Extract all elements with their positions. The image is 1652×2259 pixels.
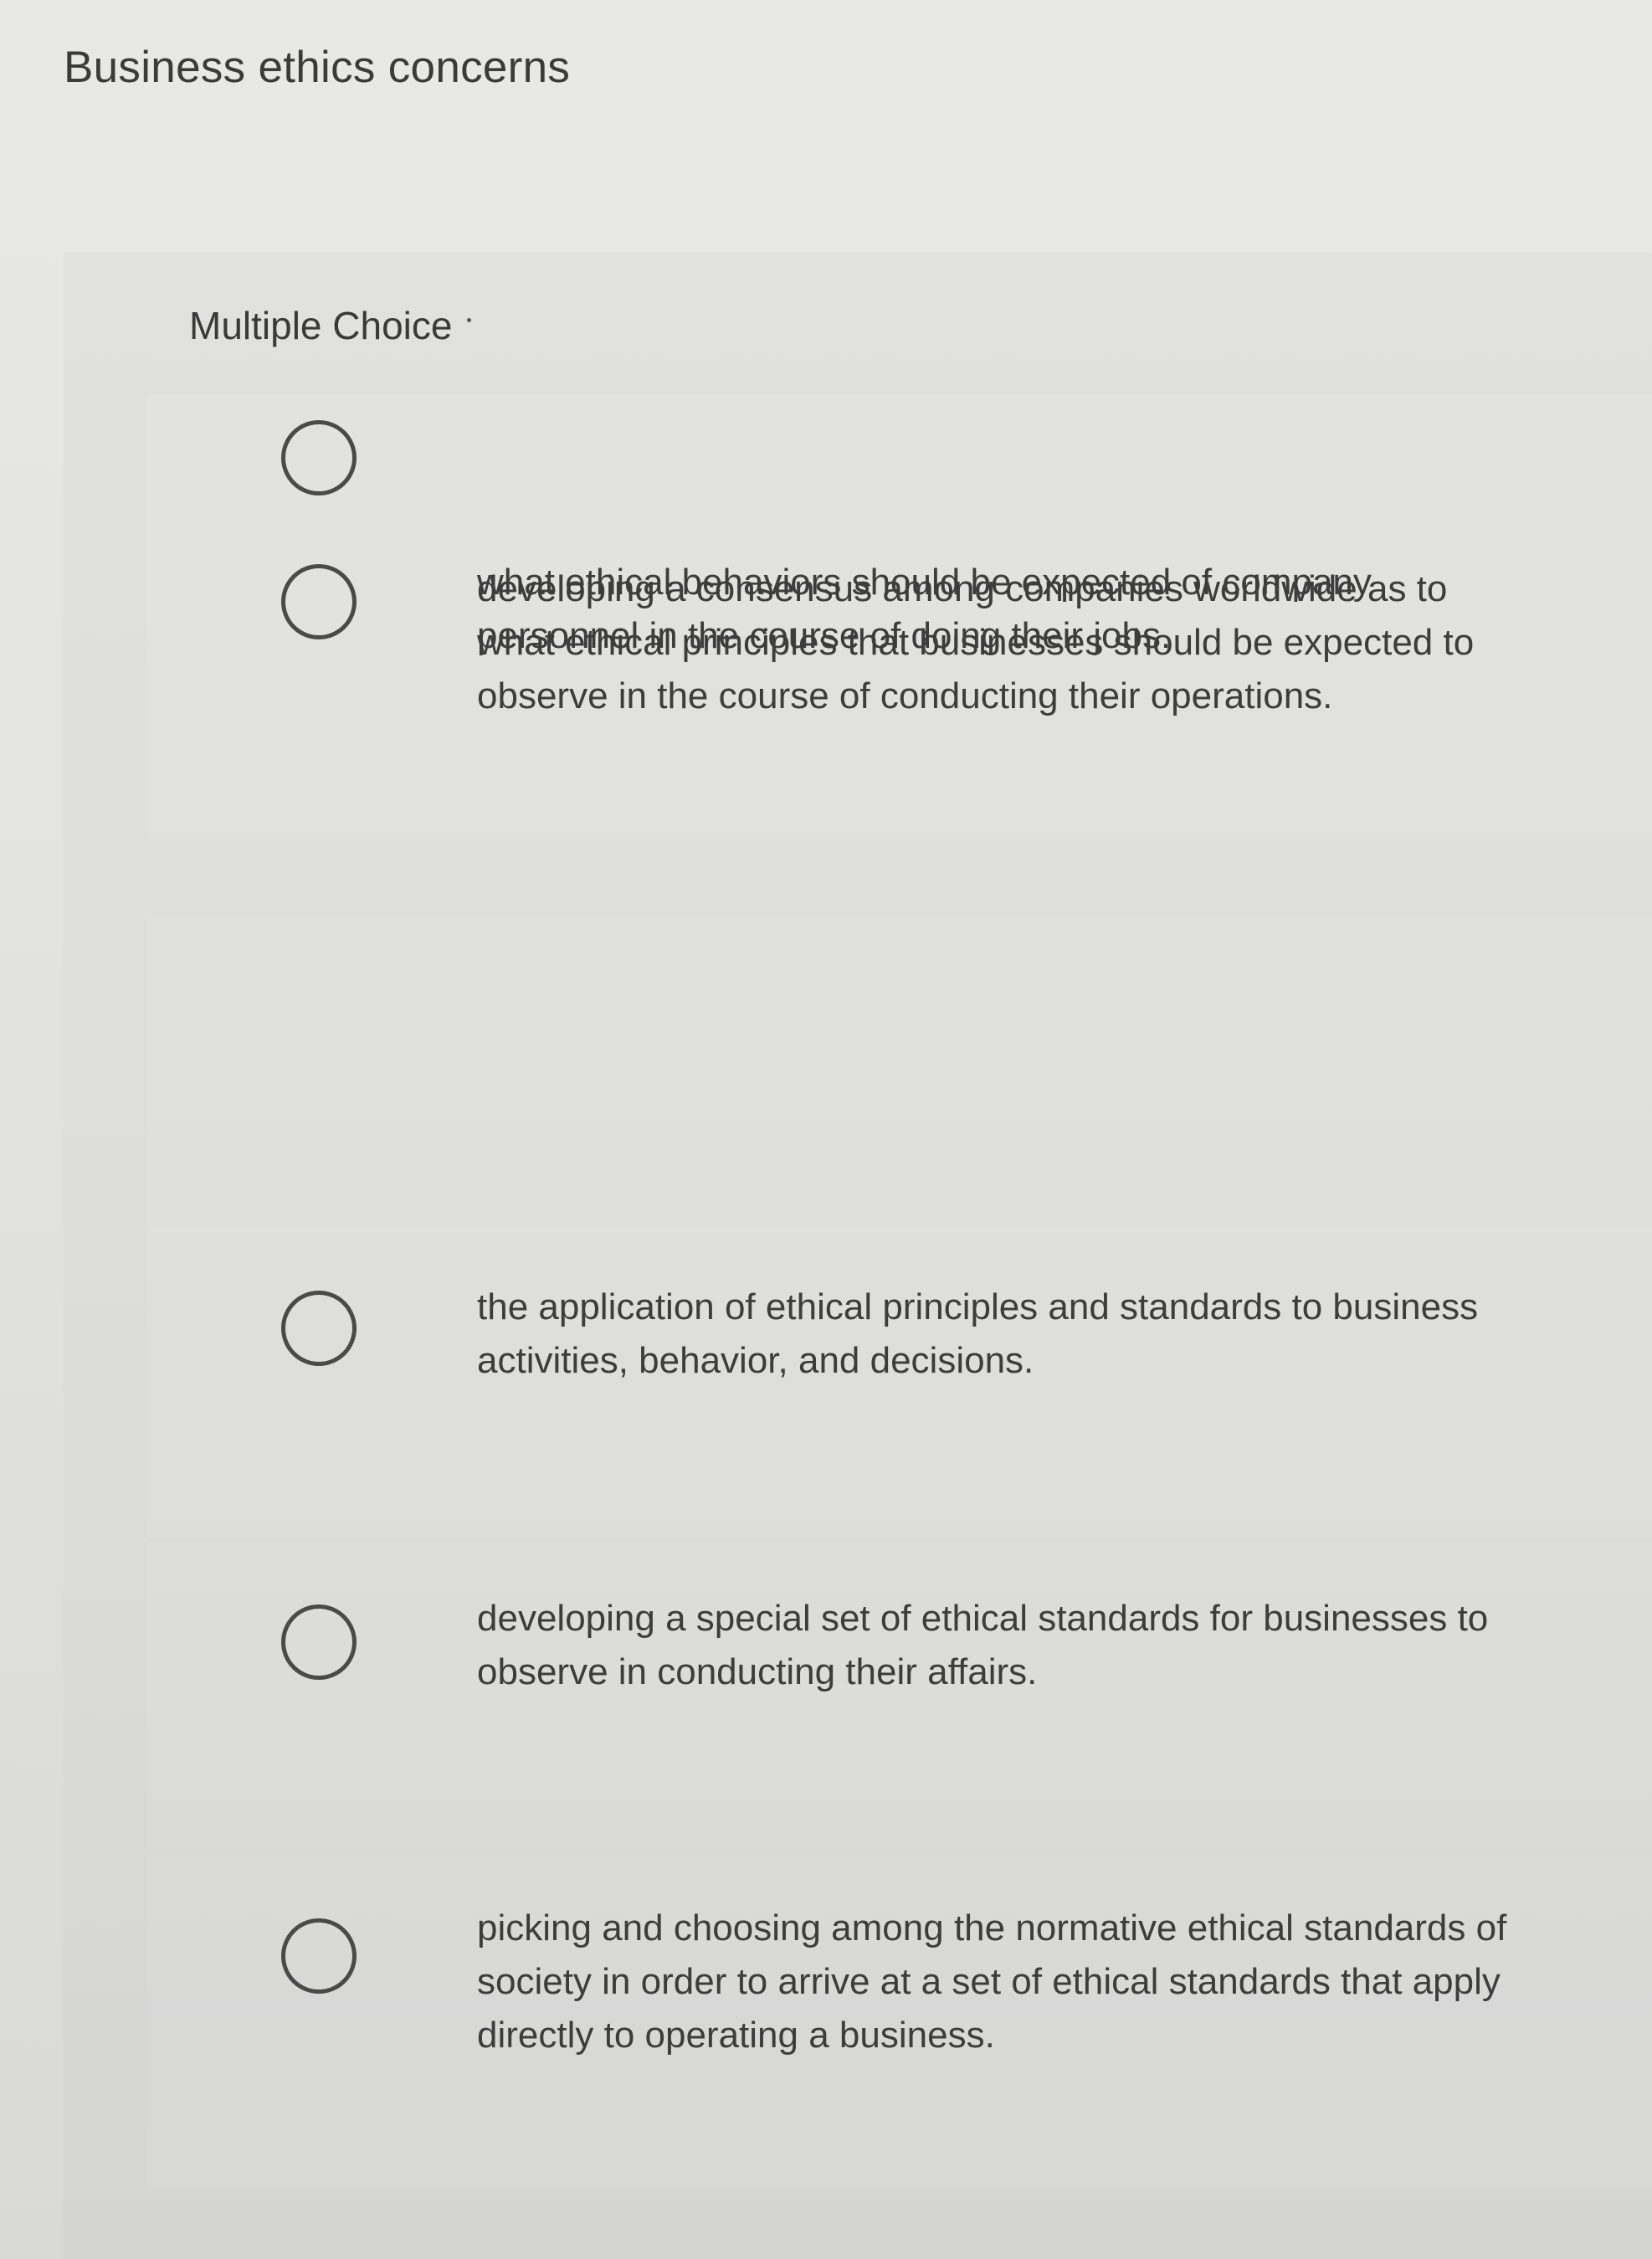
question-prompt: Business ethics concerns (64, 43, 571, 92)
radio-button-option-1[interactable] (281, 420, 357, 495)
answer-option-3[interactable]: the application of ethical principles an… (147, 1228, 1652, 1538)
option-4-text: developing a special set of ethical stan… (477, 1598, 1489, 1692)
radio-button-option-5[interactable] (281, 1918, 357, 1994)
answer-panel: Multiple Choice developing a consensus a… (64, 253, 1652, 2259)
radio-button-option-2[interactable] (281, 564, 357, 639)
question-type-label: Multiple Choice (189, 303, 472, 348)
dot-icon (467, 318, 472, 323)
radio-button-option-4[interactable] (281, 1604, 357, 1680)
option-3-text: the application of ethical principles an… (477, 1286, 1479, 1381)
answer-option-4[interactable]: developing a special set of ethical stan… (147, 1542, 1652, 1851)
question-type-text: Multiple Choice (189, 304, 453, 347)
radio-button-option-3[interactable] (281, 1291, 357, 1366)
answer-option-5[interactable]: picking and choosing among the normative… (147, 1856, 1652, 2190)
option-5-text: picking and choosing among the normative… (477, 1907, 1507, 2056)
answer-option-2[interactable]: what ethical behaviors should be expecte… (147, 562, 1652, 1232)
option-2-text: what ethical behaviors should be expecte… (477, 562, 1372, 656)
